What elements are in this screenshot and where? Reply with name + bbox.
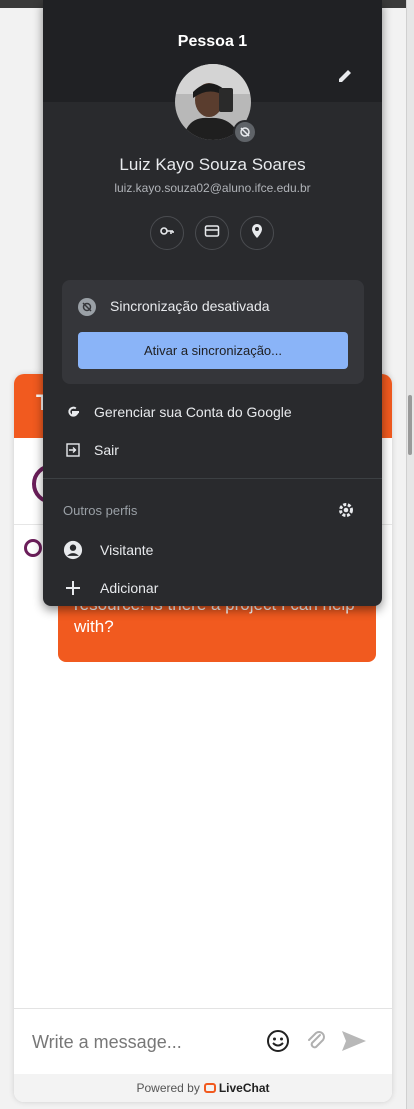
- powered-by-footer[interactable]: Powered by LiveChat: [14, 1074, 392, 1102]
- page-scrollbar-thumb[interactable]: [408, 395, 412, 455]
- sync-status-text: Sincronização desativada: [110, 298, 270, 314]
- sign-out-item[interactable]: Sair: [43, 431, 382, 469]
- profile-item-add[interactable]: Adicionar: [43, 569, 382, 606]
- livechat-brand-label: LiveChat: [218, 1081, 270, 1095]
- send-icon[interactable]: [340, 1027, 368, 1055]
- message-avatar: [24, 539, 42, 557]
- message-input[interactable]: [30, 1031, 254, 1054]
- sync-card: Sincronização desativada Ativar a sincro…: [62, 280, 364, 384]
- page-scrollbar[interactable]: [406, 0, 414, 1109]
- emoji-icon[interactable]: [264, 1027, 292, 1055]
- attachment-icon[interactable]: [302, 1027, 330, 1055]
- sync-off-badge-icon: [233, 120, 257, 144]
- other-profiles-title: Outros perfis: [63, 503, 138, 518]
- sync-off-icon: [78, 298, 96, 316]
- chat-composer: [14, 1008, 392, 1075]
- divider: [43, 478, 382, 479]
- gear-icon[interactable]: [336, 500, 356, 520]
- profile-item-guest[interactable]: Visitante: [43, 531, 382, 569]
- manage-google-account-item[interactable]: Gerenciar sua Conta do Google: [43, 393, 382, 431]
- account-full-name: Luiz Kayo Souza Soares: [119, 155, 306, 174]
- payment-methods-button[interactable]: [195, 216, 229, 250]
- addresses-button[interactable]: [240, 216, 274, 250]
- sign-out-label: Sair: [94, 442, 119, 458]
- profile-name: Pessoa 1: [177, 33, 248, 50]
- account-email: luiz.kayo.souza02@aluno.ifce.edu.br: [114, 181, 311, 195]
- sign-out-icon: [63, 440, 83, 460]
- profile-item-label: Visitante: [100, 542, 154, 558]
- enable-sync-button[interactable]: Ativar a sincronização...: [78, 332, 348, 369]
- powered-by-label: Powered by: [136, 1081, 200, 1095]
- passwords-button[interactable]: [150, 216, 184, 250]
- key-icon: [159, 223, 175, 244]
- edit-pencil-icon[interactable]: [335, 66, 355, 86]
- profile-item-label: Adicionar: [100, 580, 159, 596]
- location-pin-icon: [249, 223, 265, 244]
- plus-icon: [63, 578, 83, 598]
- credit-card-icon: [204, 223, 220, 244]
- manage-account-label: Gerenciar sua Conta do Google: [94, 404, 292, 420]
- google-g-icon: [63, 402, 83, 422]
- livechat-logo-icon: [203, 1083, 216, 1093]
- profile-menu-popup: Pessoa 1 Luiz Kayo Souza Soares luiz.kay…: [43, 0, 382, 606]
- person-icon: [63, 540, 83, 560]
- livechat-brand: LiveChat: [203, 1081, 270, 1095]
